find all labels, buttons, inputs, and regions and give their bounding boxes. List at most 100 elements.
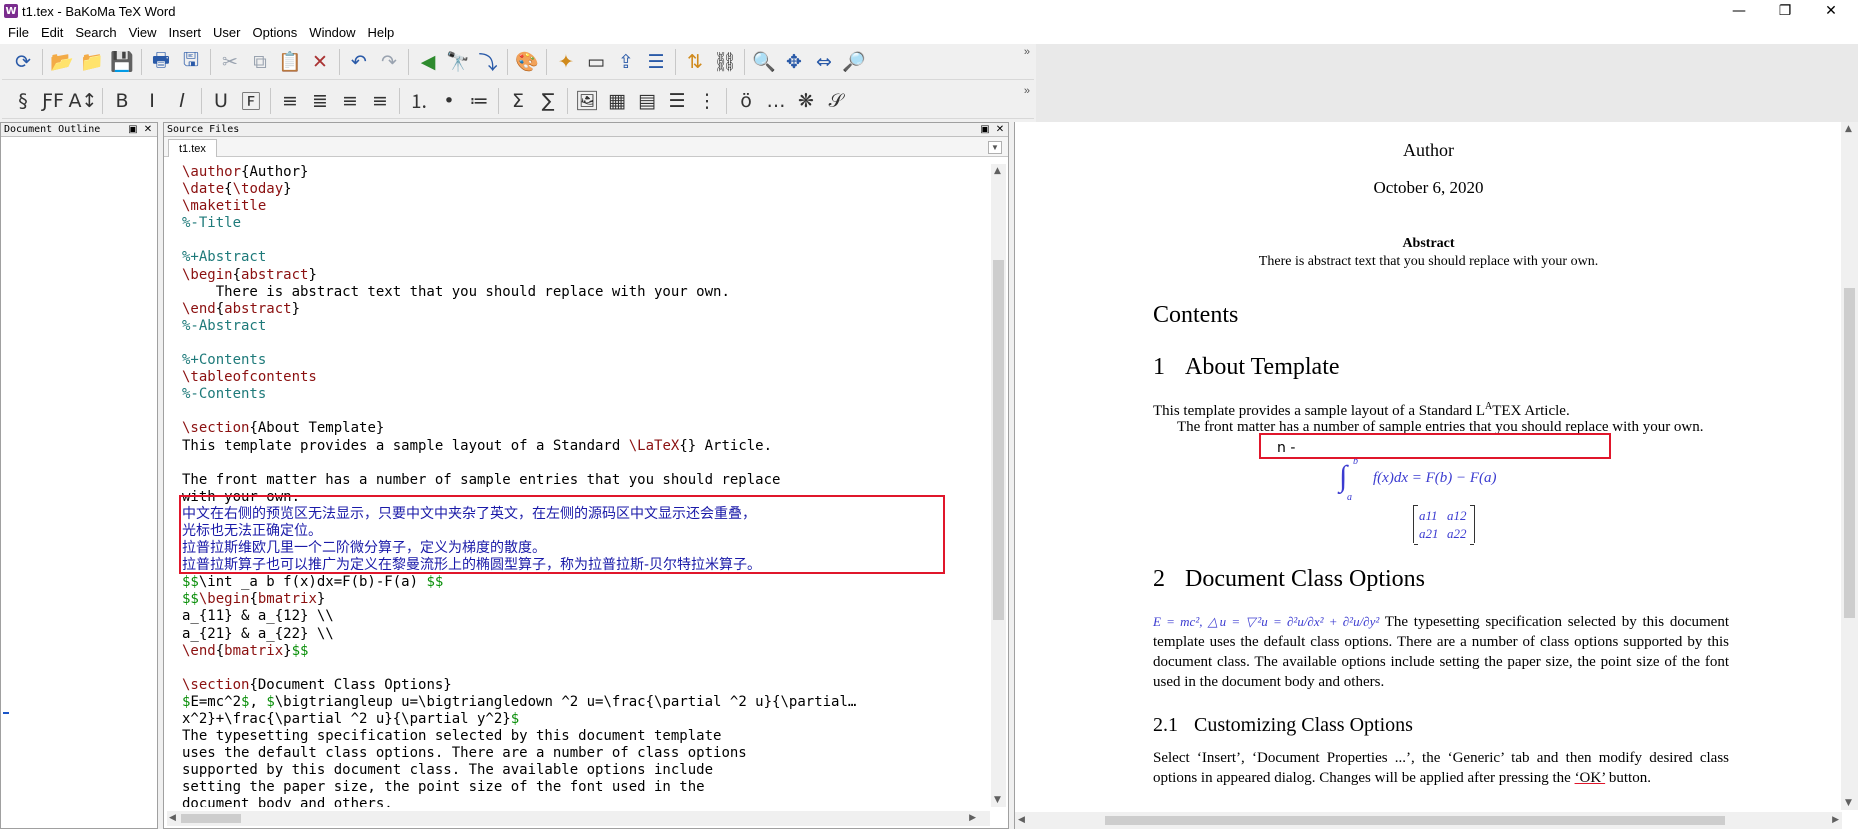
underline-icon[interactable]: U xyxy=(206,86,236,116)
editor-vscroll-thumb[interactable] xyxy=(993,260,1004,620)
move-icon[interactable]: ✥ xyxy=(779,47,809,77)
table-icon[interactable]: ▦ xyxy=(602,86,632,116)
preview-vscroll-thumb[interactable] xyxy=(1844,288,1855,618)
preview-scroll-down-arrow-icon[interactable]: ▼ xyxy=(1845,798,1852,808)
redo-icon[interactable]: ↷ xyxy=(374,47,404,77)
editor-hscroll-thumb[interactable] xyxy=(181,814,241,823)
minimize-button[interactable]: — xyxy=(1716,0,1762,22)
refresh-icon[interactable]: ⟳ xyxy=(8,47,38,77)
scroll-right-arrow-icon[interactable]: ▶ xyxy=(969,813,976,823)
paste-icon[interactable]: 📋 xyxy=(275,47,305,77)
menu-window[interactable]: Window xyxy=(303,23,361,43)
outline-float-icon[interactable]: ▣ xyxy=(127,123,139,136)
align-justify-icon[interactable]: ≡ xyxy=(365,86,395,116)
sum-icon[interactable]: Σ xyxy=(503,86,533,116)
frame-icon[interactable]: 🄵 xyxy=(236,86,266,116)
code-token: } xyxy=(291,300,301,317)
jump-icon[interactable]: ⤵ xyxy=(473,47,503,77)
font-family-icon[interactable]: ƑF xyxy=(38,86,68,116)
source-close-icon[interactable]: ✕ xyxy=(994,123,1006,136)
display-sum-icon[interactable]: ∑ xyxy=(533,86,563,116)
code-token: This template provides a sample layout o… xyxy=(182,437,629,454)
fit-width-icon[interactable]: ⇔ xyxy=(809,47,839,77)
editor-horizontal-scrollbar[interactable]: ◀ ▶ xyxy=(167,811,990,826)
zoom-in-icon[interactable]: 🔎 xyxy=(839,47,869,77)
menu-file[interactable]: File xyxy=(2,23,35,43)
print-icon[interactable]: 🖶 xyxy=(146,47,176,77)
dots-icon[interactable]: … xyxy=(761,86,791,116)
italic-icon[interactable]: I xyxy=(137,86,167,116)
align-left-icon[interactable]: ≡ xyxy=(275,86,305,116)
window-title: t1.tex - BaKoMa TeX Word xyxy=(22,3,176,19)
code-line: supported by this document class. The av… xyxy=(176,762,988,779)
sort-icon[interactable]: ⇅ xyxy=(680,47,710,77)
zoom-out-icon[interactable]: 🔍 xyxy=(749,47,779,77)
cut-icon[interactable]: ✂ xyxy=(215,47,245,77)
preview-horizontal-scrollbar[interactable]: ◀ ▶ xyxy=(1015,812,1842,829)
description-list-icon[interactable]: ≔ xyxy=(464,86,494,116)
preview-scroll-right-arrow-icon[interactable]: ▶ xyxy=(1832,815,1839,825)
close-button[interactable]: ✕ xyxy=(1808,0,1854,22)
toolbar-overflow-icon[interactable]: » xyxy=(1024,85,1030,97)
align-center-icon[interactable]: ≣ xyxy=(305,86,335,116)
menu-options[interactable]: Options xyxy=(246,23,303,43)
go-back-icon[interactable]: ◀ xyxy=(413,47,443,77)
palette-icon[interactable]: 🎨 xyxy=(512,47,542,77)
image-icon[interactable]: 🖼 xyxy=(572,86,602,116)
bold-icon[interactable]: B xyxy=(107,86,137,116)
preview-hscroll-thumb[interactable] xyxy=(1105,816,1725,825)
outline-close-icon[interactable]: ✕ xyxy=(142,123,154,136)
maximize-button[interactable]: ❐ xyxy=(1762,0,1808,22)
lines-icon[interactable]: ☰ xyxy=(662,86,692,116)
accent-icon[interactable]: ö xyxy=(731,86,761,116)
menu-help[interactable]: Help xyxy=(362,23,401,43)
toolbar-separator xyxy=(141,48,142,75)
toolbar-overflow-icon[interactable]: » xyxy=(1024,46,1030,58)
tab-list-chevron-down-icon[interactable]: ▼ xyxy=(988,141,1002,154)
save-icon[interactable]: 🖫 xyxy=(176,47,206,77)
scroll-down-arrow-icon[interactable]: ▼ xyxy=(994,795,1001,805)
script-icon[interactable]: 𝒮 xyxy=(821,86,851,116)
columns-icon[interactable]: ⋮ xyxy=(692,86,722,116)
find-icon[interactable]: 🔭 xyxy=(443,47,473,77)
preview-scroll-left-arrow-icon[interactable]: ◀ xyxy=(1018,815,1025,825)
sub21-text-b: button. xyxy=(1605,770,1651,786)
section-icon[interactable]: § xyxy=(8,86,38,116)
open-icon[interactable]: 📁 xyxy=(77,47,107,77)
ok-link[interactable]: ‘OK’ xyxy=(1575,770,1606,786)
delete-icon[interactable]: ✕ xyxy=(305,47,335,77)
align-right-icon[interactable]: ≡ xyxy=(335,86,365,116)
scroll-up-arrow-icon[interactable]: ▲ xyxy=(994,166,1001,176)
menu-user[interactable]: User xyxy=(207,23,246,43)
editor-vertical-scrollbar[interactable]: ▲ ▼ xyxy=(991,164,1006,807)
asterisk-icon[interactable]: ❋ xyxy=(791,86,821,116)
menu-view[interactable]: View xyxy=(123,23,163,43)
preview-scroll-up-arrow-icon[interactable]: ▲ xyxy=(1845,124,1852,134)
new-note-icon[interactable]: ✦ xyxy=(551,47,581,77)
menu-search[interactable]: Search xyxy=(69,23,122,43)
tab-t1-tex[interactable]: t1.tex xyxy=(168,139,217,157)
numbered-list-icon[interactable]: ⒈ xyxy=(404,86,434,116)
slanted-icon[interactable]: 𝐼 xyxy=(167,86,197,116)
link-icon[interactable]: ⛓ xyxy=(710,47,740,77)
save-disk-icon[interactable]: 💾 xyxy=(107,47,137,77)
bullet-list-icon[interactable]: • xyxy=(434,86,464,116)
source-editor[interactable]: \author{Author} \date{\today} \maketitle %-… xyxy=(176,164,988,807)
export-icon[interactable]: ⇪ xyxy=(611,47,641,77)
menu-insert[interactable]: Insert xyxy=(163,23,208,43)
code-token: abstract xyxy=(241,266,309,283)
menu-edit[interactable]: Edit xyxy=(35,23,69,43)
undo-icon[interactable]: ↶ xyxy=(344,47,374,77)
layers-icon[interactable]: ☰ xyxy=(641,47,671,77)
open-folder-icon[interactable]: 📂 xyxy=(47,47,77,77)
font-size-icon[interactable]: A↕ xyxy=(68,86,98,116)
code-token: The typesetting specification selected b… xyxy=(182,728,722,745)
code-token: $ xyxy=(510,711,520,727)
box-icon[interactable]: ▤ xyxy=(632,86,662,116)
preview-vertical-scrollbar[interactable]: ▲ ▼ xyxy=(1841,122,1858,810)
code-token: $ xyxy=(266,693,275,710)
eraser-icon[interactable]: ▭ xyxy=(581,47,611,77)
scroll-left-arrow-icon[interactable]: ◀ xyxy=(169,813,176,823)
source-float-icon[interactable]: ▣ xyxy=(979,123,991,136)
copy-icon[interactable]: ⧉ xyxy=(245,47,275,77)
